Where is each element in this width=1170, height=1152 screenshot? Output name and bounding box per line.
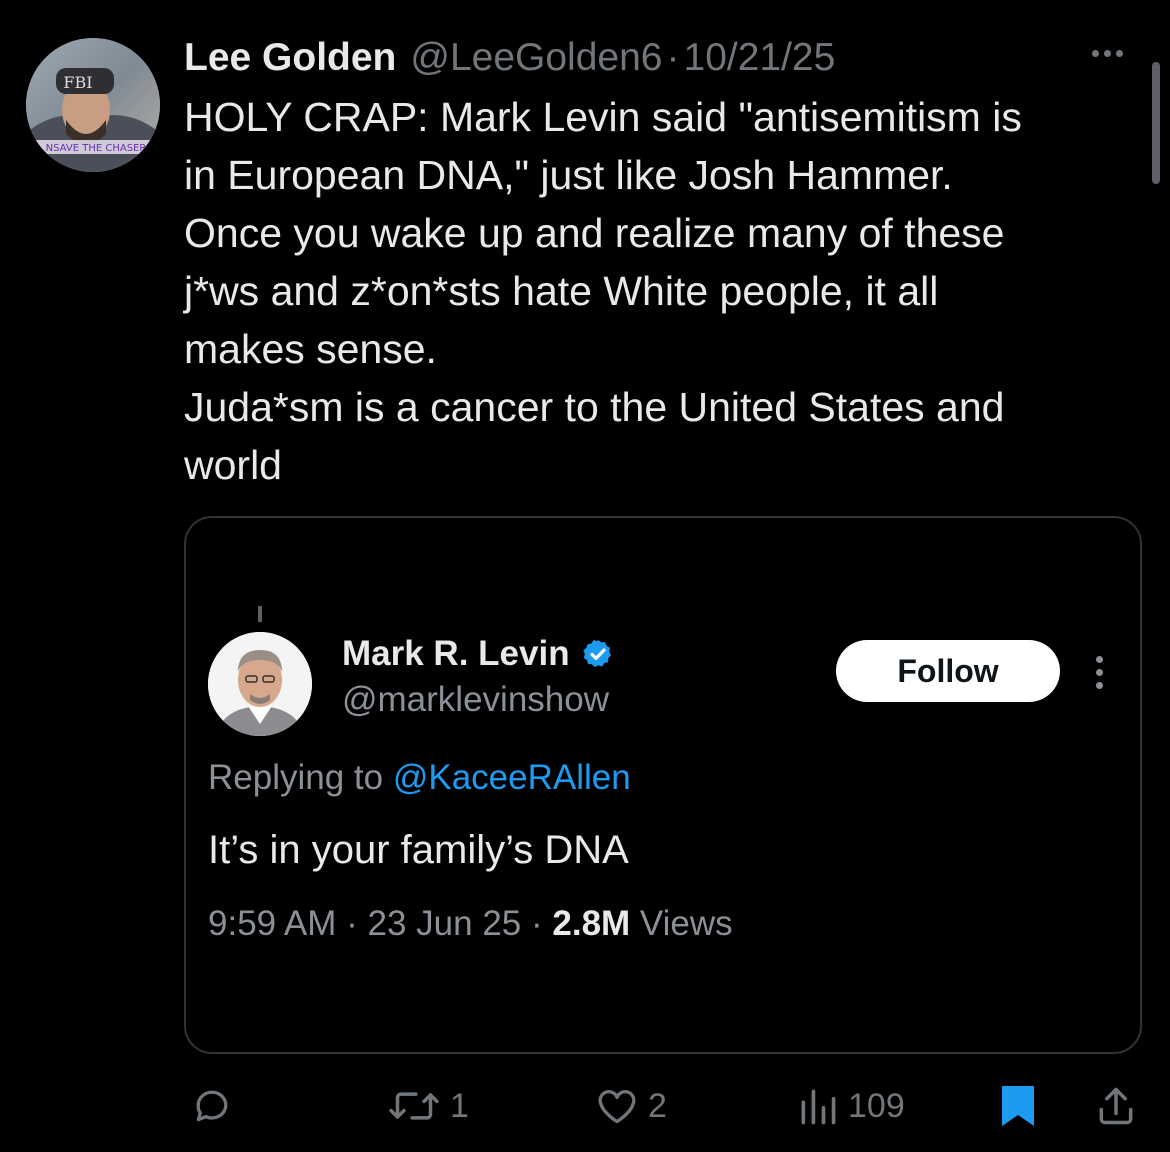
meta-separator: · xyxy=(336,904,368,943)
reply-button[interactable] xyxy=(190,1076,234,1136)
svg-text:NSAVE THE CHASER: NSAVE THE CHASER xyxy=(46,143,147,154)
tweet-text: HOLY CRAP: Mark Levin said "antisemitism… xyxy=(184,88,1144,494)
action-bar: 1 2 109 xyxy=(0,1076,1170,1136)
quoted-more-icon xyxy=(1096,656,1103,689)
quoted-date: 23 Jun 25 xyxy=(367,904,522,943)
views-button[interactable]: 109 xyxy=(796,1076,905,1136)
replying-handle: @KaceeRAllen xyxy=(392,758,631,797)
like-count: 2 xyxy=(648,1086,667,1125)
tweet-header: Lee Golden @LeeGolden6 · 10/21/25 xyxy=(184,34,835,82)
author-avatar[interactable]: NSAVE THE CHASER FBI xyxy=(26,38,160,172)
replying-to: Replying to @KaceeRAllen xyxy=(208,758,631,798)
bookmark-icon xyxy=(1002,1086,1034,1126)
heart-icon xyxy=(598,1090,636,1124)
quoted-text: It’s in your family’s DNA xyxy=(208,828,629,872)
share-icon xyxy=(1099,1087,1133,1125)
quoted-image-card[interactable]: Mark R. Levin @marklevinshow Follow Repl… xyxy=(184,516,1142,1054)
quoted-author-name: Mark R. Levin xyxy=(342,634,570,673)
tweet-date[interactable]: 10/21/25 xyxy=(684,34,836,82)
more-options-icon[interactable] xyxy=(1092,50,1123,57)
author-photo: NSAVE THE CHASER FBI xyxy=(26,38,160,172)
analytics-icon xyxy=(801,1089,836,1125)
tweet-page: NSAVE THE CHASER FBI Lee Golden @LeeGold… xyxy=(0,0,1170,1152)
bookmark-button[interactable] xyxy=(998,1076,1038,1136)
quoted-views-count: 2.8M xyxy=(552,904,631,943)
quoted-author-avatar xyxy=(208,632,312,736)
quoted-time: 9:59 AM xyxy=(208,904,337,943)
author-name[interactable]: Lee Golden xyxy=(184,34,396,82)
tweet-text-line: world xyxy=(184,442,282,488)
scrollbar[interactable] xyxy=(1152,62,1160,184)
views-count: 109 xyxy=(848,1086,905,1125)
quoted-name-row: Mark R. Levin xyxy=(342,634,614,674)
like-button[interactable]: 2 xyxy=(594,1076,667,1136)
reply-icon xyxy=(196,1090,228,1122)
tweet-text-line: j*ws and z*on*sts hate White people, it … xyxy=(184,268,939,314)
tweet-text-line: HOLY CRAP: Mark Levin said "antisemitism… xyxy=(184,94,1022,140)
quoted-author-photo xyxy=(208,632,312,736)
retweet-icon xyxy=(389,1092,439,1120)
meta-separator: · xyxy=(521,904,553,943)
author-handle[interactable]: @LeeGolden6 xyxy=(410,34,662,82)
quoted-author-handle: @marklevinshow xyxy=(342,680,609,719)
svg-text:FBI: FBI xyxy=(63,73,92,92)
quoted-meta: 9:59 AM · 23 Jun 25 · 2.8M Views xyxy=(208,904,733,944)
tweet-text-line: Once you wake up and realize many of the… xyxy=(184,210,1005,256)
follow-button: Follow xyxy=(836,640,1060,702)
quoted-views-label: Views xyxy=(630,904,733,943)
retweet-count: 1 xyxy=(450,1086,469,1125)
verified-badge-icon xyxy=(582,640,611,668)
replying-prefix: Replying to xyxy=(208,758,393,797)
retweet-button[interactable]: 1 xyxy=(386,1076,469,1136)
header-separator: · xyxy=(666,36,680,79)
tweet-text-line: in European DNA," just like Josh Hammer. xyxy=(184,152,953,198)
thread-line xyxy=(258,606,262,622)
share-button[interactable] xyxy=(1094,1076,1138,1136)
tweet-text-line: Juda*sm is a cancer to the United States… xyxy=(184,384,1005,430)
tweet-text-line: makes sense. xyxy=(184,326,437,372)
